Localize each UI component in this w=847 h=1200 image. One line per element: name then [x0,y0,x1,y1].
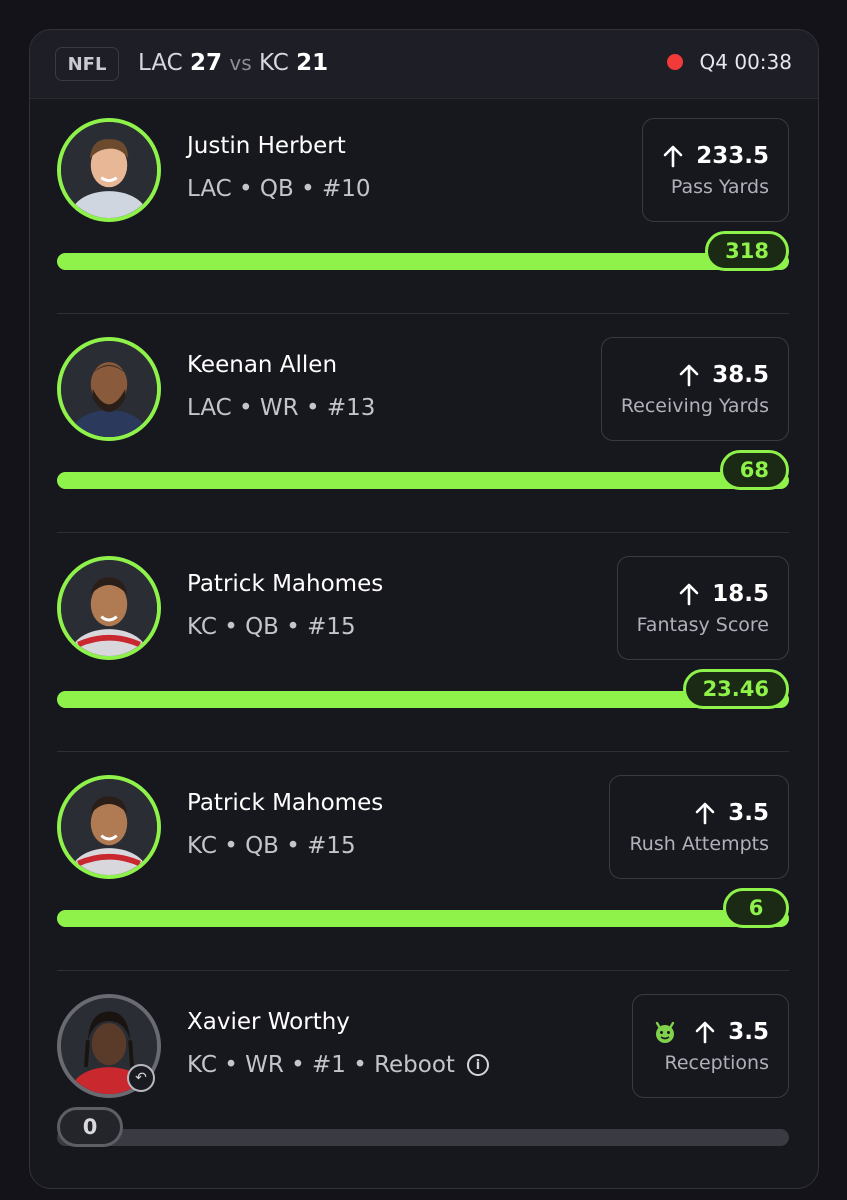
arrow-up-icon [663,145,683,167]
player-meta: KC • QB • #15 [187,614,356,640]
demon-icon [656,1021,675,1043]
league-badge: NFL [55,47,119,81]
player-avatar [57,775,161,879]
player-avatar [57,118,161,222]
prop-line-value: 18.5 [712,580,769,607]
prop-line-value: 38.5 [712,361,769,388]
live-status: Q4 00:38 [666,50,792,74]
progress-fill [57,472,789,489]
prop-line-value: 233.5 [696,142,769,169]
game-score: LAC 27 vs KC 21 [138,48,328,78]
prop-card[interactable]: 3.5 Rush Attempts [609,775,789,879]
row-divider [57,970,789,971]
row-divider [57,532,789,533]
player-avatar [57,556,161,660]
game-header: NFL LAC 27 vs KC 21 Q4 00:38 [30,30,818,99]
prop-card[interactable]: 38.5 Receiving Yards [600,337,789,441]
prop-line-value: 3.5 [728,1018,769,1045]
prop-stat-label: Receiving Yards [620,394,769,417]
arrow-up-icon [695,1021,715,1043]
prop-card[interactable]: 233.5 Pass Yards [642,118,789,222]
prop-stat-label: Rush Attempts [629,832,769,855]
arrow-up-icon [679,583,699,605]
progress-track [57,910,789,927]
away-score: 27 [190,50,223,76]
rewind-badge-icon: ↶ [127,1064,155,1092]
progress-fill [57,691,789,708]
live-dot-icon [666,54,683,70]
player-name: Patrick Mahomes [187,571,384,597]
prop-line: 38.5 [678,362,769,388]
current-value-pill: 0 [57,1107,123,1147]
player-meta: KC • WR • #1 • Reboot i [187,1052,489,1078]
prop-line: 18.5 [678,581,769,607]
home-score: 21 [296,50,329,76]
player-meta: KC • QB • #15 [187,833,356,859]
row-divider [57,751,789,752]
prop-card[interactable]: 3.5 Receptions [632,994,789,1098]
prop-line-value: 3.5 [728,799,769,826]
player-meta-text: LAC • QB • #10 [187,176,371,202]
player-meta: LAC • QB • #10 [187,176,371,202]
prop-line: 3.5 [694,800,769,826]
player-name: Xavier Worthy [187,1009,350,1035]
arrow-up-icon [679,364,699,386]
player-meta-text: KC • WR • #1 • Reboot [187,1052,455,1078]
prop-line: 233.5 [662,143,769,169]
progress-fill [57,253,789,270]
player-avatar [57,337,161,441]
prop-stat-label: Fantasy Score [636,613,769,636]
progress-track [57,472,789,489]
player-name: Keenan Allen [187,352,338,378]
player-name: Justin Herbert [187,133,346,159]
player-meta-text: KC • QB • #15 [187,614,356,640]
home-team: KC [258,50,289,76]
player-meta-text: LAC • WR • #13 [187,395,376,421]
current-value-pill: 23.46 [682,669,789,709]
game-clock: Q4 00:38 [699,50,792,74]
away-team: LAC [138,50,183,76]
progress-track [57,1129,789,1146]
prop-stat-label: Receptions [664,1051,769,1074]
versus-label: vs [229,51,252,75]
info-icon[interactable]: i [466,1054,489,1076]
current-value-pill: 68 [719,450,789,490]
player-meta: LAC • WR • #13 [187,395,375,421]
player-name: Patrick Mahomes [187,790,384,816]
progress-track [57,253,789,270]
player-meta-text: KC • QB • #15 [187,833,356,859]
row-divider [57,313,789,314]
current-value-pill: 318 [705,231,789,271]
prop-card[interactable]: 18.5 Fantasy Score [616,556,789,660]
arrow-up-icon [695,802,715,824]
prop-line: 3.5 [652,1019,769,1045]
live-card: NFL LAC 27 vs KC 21 Q4 00:38 Justin Herb… [29,29,819,1189]
current-value-pill: 6 [723,888,789,928]
progress-track [57,691,789,708]
progress-fill [57,910,789,927]
prop-stat-label: Pass Yards [670,175,769,198]
